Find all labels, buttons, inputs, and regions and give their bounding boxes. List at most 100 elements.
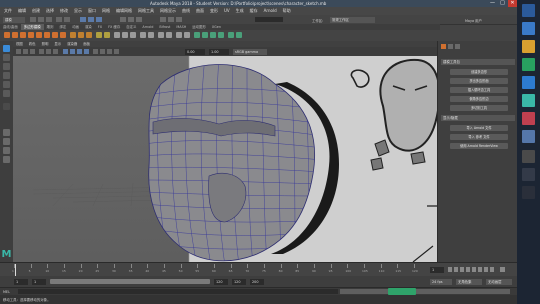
viewport-3d[interactable] bbox=[13, 56, 437, 262]
insert-loop-icon[interactable] bbox=[184, 32, 190, 38]
cube-icon[interactable] bbox=[12, 32, 18, 38]
channel-box-tab-icon[interactable] bbox=[455, 44, 460, 49]
menu-item[interactable]: 文件 bbox=[2, 7, 14, 15]
command-input[interactable] bbox=[18, 289, 338, 294]
lasso-tool-icon[interactable] bbox=[3, 54, 10, 61]
multi-cut-button[interactable]: 多切割工具 bbox=[450, 105, 508, 111]
boolean-icon[interactable] bbox=[96, 32, 102, 38]
four-view-icon[interactable] bbox=[3, 138, 10, 145]
step-back-key-icon[interactable] bbox=[454, 267, 458, 272]
image-plane-icon[interactable] bbox=[39, 49, 44, 54]
media-icon[interactable] bbox=[522, 112, 535, 125]
snap-grid-icon[interactable] bbox=[120, 17, 126, 22]
xray-icon[interactable] bbox=[107, 49, 112, 54]
step-forward-icon[interactable] bbox=[478, 267, 482, 272]
tool-settings-tab-icon[interactable] bbox=[448, 44, 453, 49]
bridge2-icon[interactable] bbox=[140, 32, 146, 38]
menu-item[interactable]: UV bbox=[222, 7, 232, 15]
menu-item[interactable]: 创建 bbox=[30, 7, 42, 15]
textured-icon[interactable] bbox=[84, 49, 89, 54]
auto-map-icon[interactable] bbox=[210, 32, 216, 38]
render-icon[interactable] bbox=[160, 17, 166, 22]
network-icon[interactable] bbox=[522, 186, 535, 199]
lights-icon[interactable] bbox=[93, 49, 98, 54]
current-time-indicator[interactable] bbox=[15, 264, 17, 276]
insert-edge-loop-button[interactable]: 插入循环边工具 bbox=[450, 87, 508, 93]
sphere-icon[interactable] bbox=[4, 32, 10, 38]
select-hierarchy-icon[interactable] bbox=[80, 17, 86, 22]
menu-item[interactable]: 选择 bbox=[44, 7, 56, 15]
menu-item[interactable]: Arnold bbox=[262, 7, 279, 15]
uv-editor-icon[interactable] bbox=[194, 32, 200, 38]
menu-item[interactable]: 曲面 bbox=[194, 7, 206, 15]
separate-icon[interactable] bbox=[78, 32, 84, 38]
render-settings-icon[interactable] bbox=[176, 17, 182, 22]
cone-icon[interactable] bbox=[28, 32, 34, 38]
cylinder-icon[interactable] bbox=[20, 32, 26, 38]
current-frame-field[interactable]: 1 bbox=[430, 267, 444, 273]
extrude-face-button[interactable]: 挤出多边形面 bbox=[450, 78, 508, 84]
time-slider[interactable]: 1 5 10 15 20 25 30 35 40 45 50 55 60 65 70 75 80 85 90 95 10… bbox=[0, 262, 517, 277]
import-arnold-button[interactable]: 导入 Arnold 文件 bbox=[450, 125, 508, 131]
quick-select-field[interactable] bbox=[255, 17, 283, 22]
exposure-field[interactable]: 0.00 bbox=[185, 48, 205, 55]
film-gate-icon[interactable] bbox=[53, 49, 58, 54]
play-forward-icon[interactable] bbox=[472, 267, 476, 272]
start-icon[interactable] bbox=[522, 4, 535, 17]
redo-icon[interactable] bbox=[64, 17, 70, 22]
chat-icon[interactable] bbox=[522, 58, 535, 71]
menu-item[interactable]: 帮助 bbox=[281, 7, 293, 15]
browser-icon[interactable] bbox=[522, 22, 535, 35]
smooth-icon[interactable] bbox=[86, 32, 92, 38]
extrude-icon[interactable] bbox=[114, 32, 120, 38]
undo-icon[interactable] bbox=[56, 17, 62, 22]
multicut-icon[interactable] bbox=[158, 32, 164, 38]
new-scene-icon[interactable] bbox=[30, 17, 36, 22]
menu-item[interactable]: 缓存 bbox=[248, 7, 260, 15]
menu-item[interactable]: 网格显示 bbox=[158, 7, 178, 15]
maximize-button[interactable]: □ bbox=[498, 0, 507, 7]
anim-layer-dropdown[interactable]: 无动画层 bbox=[486, 278, 512, 285]
ipr-render-icon[interactable] bbox=[168, 17, 174, 22]
animation-end-field[interactable]: 120 bbox=[232, 278, 246, 285]
last-tool-icon[interactable] bbox=[3, 103, 10, 110]
app-icon[interactable] bbox=[522, 130, 535, 143]
scale-tool-icon[interactable] bbox=[3, 90, 10, 97]
graph-layout-icon[interactable] bbox=[3, 156, 10, 163]
bevel-icon[interactable] bbox=[130, 32, 136, 38]
unfold-icon[interactable] bbox=[228, 32, 234, 38]
outliner-layout-icon[interactable] bbox=[3, 147, 10, 154]
step-forward-key-icon[interactable] bbox=[484, 267, 488, 272]
layout-uv-icon[interactable] bbox=[236, 32, 242, 38]
playback-end-field[interactable]: 120 bbox=[214, 278, 228, 285]
go-start-icon[interactable] bbox=[448, 267, 452, 272]
menu-item[interactable]: 编辑网格 bbox=[114, 7, 134, 15]
move-tool-icon[interactable] bbox=[3, 72, 10, 79]
open-scene-icon[interactable] bbox=[38, 17, 44, 22]
combine-icon[interactable] bbox=[70, 32, 76, 38]
fill-hole-icon[interactable] bbox=[148, 32, 154, 38]
grid-icon[interactable] bbox=[46, 49, 51, 54]
volume-icon[interactable] bbox=[522, 168, 535, 181]
menu-item[interactable]: 修改 bbox=[58, 7, 70, 15]
user-name[interactable]: Maya 用户 bbox=[465, 18, 482, 23]
menu-item[interactable]: 编辑 bbox=[16, 7, 28, 15]
bevel-edge-button[interactable]: 倒角多边形边 bbox=[450, 96, 508, 102]
close-button[interactable]: ✕ bbox=[508, 0, 517, 7]
rotate-tool-icon[interactable] bbox=[3, 81, 10, 88]
select-component-icon[interactable] bbox=[96, 17, 102, 22]
wireframe-on-shaded-icon[interactable] bbox=[77, 49, 82, 54]
wireframe-icon[interactable] bbox=[63, 49, 68, 54]
camera-select-icon[interactable] bbox=[16, 49, 21, 54]
menu-item[interactable]: 曲线 bbox=[180, 7, 192, 15]
quad-draw-icon[interactable] bbox=[176, 32, 182, 38]
target-weld-icon[interactable] bbox=[166, 32, 172, 38]
menu-item[interactable]: 生成 bbox=[234, 7, 246, 15]
snap-point-icon[interactable] bbox=[136, 17, 142, 22]
single-view-icon[interactable] bbox=[3, 129, 10, 136]
planar-map-icon[interactable] bbox=[202, 32, 208, 38]
bridge-icon[interactable] bbox=[122, 32, 128, 38]
bookmark-icon[interactable] bbox=[30, 49, 35, 54]
mel-label[interactable]: MEL bbox=[3, 290, 10, 295]
folder-icon[interactable] bbox=[522, 40, 535, 53]
